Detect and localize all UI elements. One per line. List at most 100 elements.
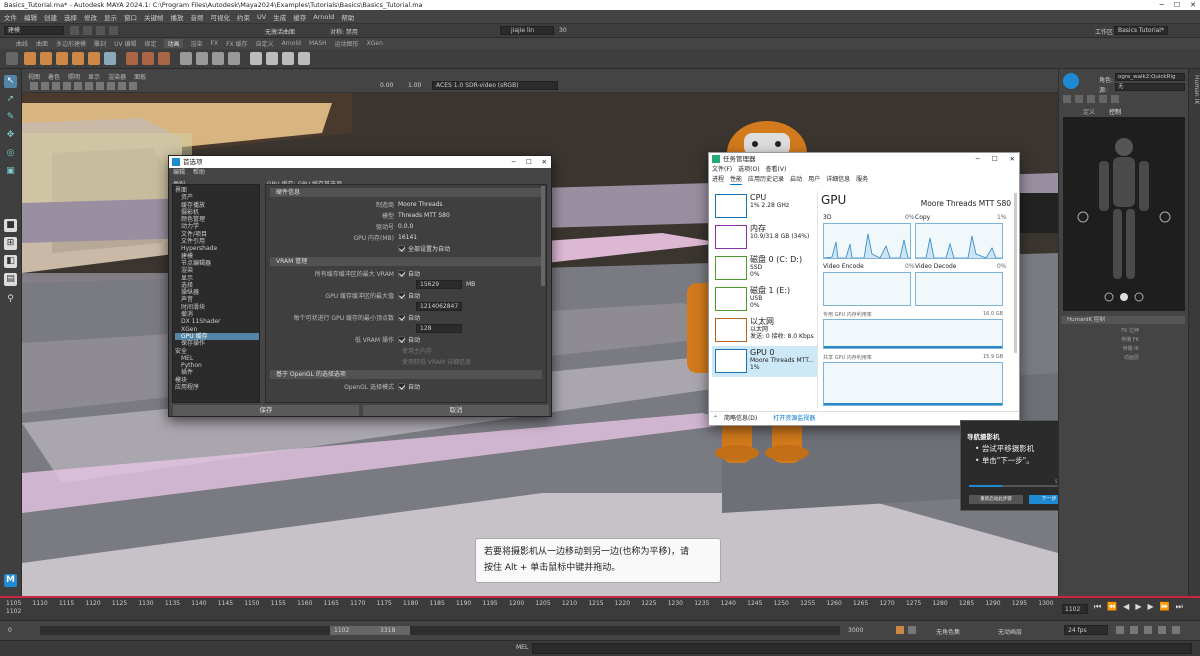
shelf-tab[interactable]: 动画 bbox=[164, 39, 183, 48]
humanik-controls-header[interactable]: HumanIK 控制 bbox=[1061, 316, 1185, 324]
opengl-section[interactable]: 基于 OpenGL 的选择选项 bbox=[270, 370, 542, 379]
redo-icon[interactable] bbox=[109, 26, 118, 35]
trax-icon[interactable] bbox=[104, 52, 116, 65]
single-view-icon[interactable]: ■ bbox=[4, 219, 17, 232]
perf-item[interactable]: GPU 0 Moore Threads MTT... 1% bbox=[712, 346, 817, 377]
tm-menu-item[interactable]: 文件(F) bbox=[712, 165, 732, 175]
sub1-label[interactable]: 使用主内存 bbox=[402, 346, 432, 355]
shelf-tab[interactable]: 运动图形 bbox=[335, 39, 359, 48]
select-tool-icon[interactable]: ↖ bbox=[4, 75, 17, 88]
range-a[interactable]: 1102 bbox=[334, 627, 349, 634]
viewport-menu-item[interactable]: 渲染器 bbox=[108, 72, 126, 81]
time-slider[interactable]: 1105 1110 1115 1120 1125 1130 1135 1140 1145 1150… bbox=[0, 596, 1200, 620]
shelf-tab[interactable]: Arnold bbox=[282, 40, 301, 47]
step-back-icon[interactable]: ◀ bbox=[1123, 602, 1129, 612]
unghost-icon[interactable] bbox=[158, 52, 170, 65]
smooth-shade-icon[interactable] bbox=[85, 82, 93, 90]
humanik-figure[interactable] bbox=[1063, 117, 1185, 311]
viewport-menu-item[interactable]: 视图 bbox=[28, 72, 40, 81]
scale-constraint-icon[interactable] bbox=[298, 52, 310, 65]
gamma-value[interactable]: 1.00 bbox=[408, 82, 421, 89]
humanik-side-tab[interactable]: Human IK bbox=[1188, 69, 1200, 596]
category-item[interactable]: 模块 bbox=[175, 377, 259, 384]
range-bar[interactable] bbox=[40, 626, 840, 635]
save-icon[interactable] bbox=[83, 26, 92, 35]
menu-item[interactable]: 关键帧 bbox=[144, 12, 164, 22]
category-item[interactable]: DX 11Shader bbox=[175, 318, 259, 325]
lights-icon[interactable] bbox=[107, 82, 115, 90]
command-input[interactable] bbox=[532, 643, 1192, 654]
category-item[interactable]: 声音 bbox=[175, 296, 259, 303]
menu-item[interactable]: 可视化 bbox=[211, 12, 231, 22]
scale-tool-icon[interactable]: ▣ bbox=[4, 165, 17, 178]
graph-editor-icon[interactable] bbox=[72, 52, 84, 65]
vram3-field[interactable]: 128 bbox=[416, 324, 462, 333]
menu-item[interactable]: 修改 bbox=[84, 12, 97, 22]
category-item[interactable]: 插件 bbox=[175, 369, 259, 376]
pref-menu-item[interactable]: 编辑 bbox=[173, 168, 185, 178]
wireframe-icon[interactable] bbox=[74, 82, 82, 90]
tm-scrollbar[interactable] bbox=[1014, 193, 1017, 353]
cache-icon[interactable] bbox=[1144, 626, 1152, 634]
rotate-tool-icon[interactable]: ◎ bbox=[4, 147, 17, 160]
step-back-key-icon[interactable]: ⏪ bbox=[1107, 602, 1117, 612]
audio-icon[interactable] bbox=[1130, 626, 1138, 634]
full-body-icon[interactable] bbox=[1063, 95, 1071, 103]
workspace-select[interactable]: Basics Tutorial* bbox=[1114, 26, 1168, 35]
undo-icon[interactable] bbox=[96, 26, 105, 35]
vram1-auto-checkbox[interactable] bbox=[398, 270, 405, 277]
shadows-icon[interactable] bbox=[118, 82, 126, 90]
live-surface[interactable]: 无激活曲面 bbox=[265, 27, 295, 36]
menu-item[interactable]: 窗口 bbox=[124, 12, 137, 22]
category-item[interactable]: 应用程序 bbox=[175, 384, 259, 391]
menu-item[interactable]: 编辑 bbox=[24, 12, 37, 22]
anim-layer[interactable]: 无动画层 bbox=[998, 627, 1022, 636]
tab-controls[interactable]: 控制 bbox=[1109, 107, 1121, 116]
pin-icon[interactable] bbox=[1099, 95, 1107, 103]
menu-item[interactable]: 创建 bbox=[44, 12, 57, 22]
vram-section[interactable]: VRAM 管理 bbox=[270, 257, 542, 266]
viewport-menu-item[interactable]: 着色 bbox=[48, 72, 60, 81]
isolate-icon[interactable] bbox=[129, 82, 137, 90]
low-vram-checkbox[interactable] bbox=[398, 336, 405, 343]
key-tangent-icon[interactable] bbox=[40, 52, 52, 65]
fps-select[interactable]: 24 fps bbox=[1064, 625, 1108, 635]
close-icon[interactable]: ✕ bbox=[1010, 153, 1015, 165]
sub2-label[interactable]: 使用较低 VRAM 详细信息 bbox=[402, 357, 471, 366]
motion-trail-icon[interactable] bbox=[126, 52, 138, 65]
viewport-menu-item[interactable]: 显示 bbox=[88, 72, 100, 81]
menu-item[interactable]: Arnold bbox=[313, 13, 334, 21]
menu-item[interactable]: 约束 bbox=[237, 12, 250, 22]
play-icon[interactable]: ▶ bbox=[1135, 602, 1141, 612]
joint-icon[interactable] bbox=[180, 52, 192, 65]
char-set[interactable]: 无角色集 bbox=[936, 627, 960, 636]
category-item[interactable]: 动力学 bbox=[175, 223, 259, 230]
close-icon[interactable]: ✕ bbox=[1190, 0, 1196, 10]
breakdown-icon[interactable] bbox=[56, 52, 68, 65]
category-item[interactable]: 显示 bbox=[175, 275, 259, 282]
perf-item[interactable]: 磁盘 1 (E:) USB 0% bbox=[712, 284, 817, 315]
user-account[interactable]: jiajie lin bbox=[500, 26, 554, 35]
colorspace-select[interactable]: ACES 1.0 SDR-video (sRGB) bbox=[432, 81, 558, 90]
move-tool-icon[interactable]: ✥ bbox=[4, 129, 17, 142]
shelf-tab[interactable]: 自定义 bbox=[256, 39, 274, 48]
character-select[interactable]: ogre_walk2:QuickRig bbox=[1115, 73, 1185, 81]
viewport-menu-item[interactable]: 面板 bbox=[134, 72, 146, 81]
maximize-icon[interactable]: ☐ bbox=[526, 156, 532, 168]
exposure-value[interactable]: 0.00 bbox=[380, 82, 393, 89]
task-manager-titlebar[interactable]: 任务管理器 ─ ☐ ✕ bbox=[709, 153, 1019, 165]
vram2-auto-checkbox[interactable] bbox=[398, 292, 405, 299]
category-item[interactable]: 资产 bbox=[175, 194, 259, 201]
minimize-icon[interactable]: ─ bbox=[512, 156, 516, 168]
category-item[interactable]: 建模 bbox=[175, 253, 259, 260]
menu-item[interactable]: UV bbox=[257, 13, 266, 21]
grid-icon[interactable] bbox=[63, 82, 71, 90]
tm-tab[interactable]: 应用历史记录 bbox=[748, 175, 784, 185]
lock-camera-icon[interactable] bbox=[41, 82, 49, 90]
current-frame-field[interactable]: 1102 bbox=[1062, 604, 1088, 614]
tm-tab[interactable]: 详细信息 bbox=[826, 175, 850, 185]
tm-menu-item[interactable]: 选项(O) bbox=[738, 165, 759, 175]
open-resource-monitor-link[interactable]: 打开资源监视器 bbox=[773, 415, 815, 422]
preferences-icon[interactable] bbox=[1172, 626, 1180, 634]
menu-item[interactable]: 缓存 bbox=[293, 12, 306, 22]
